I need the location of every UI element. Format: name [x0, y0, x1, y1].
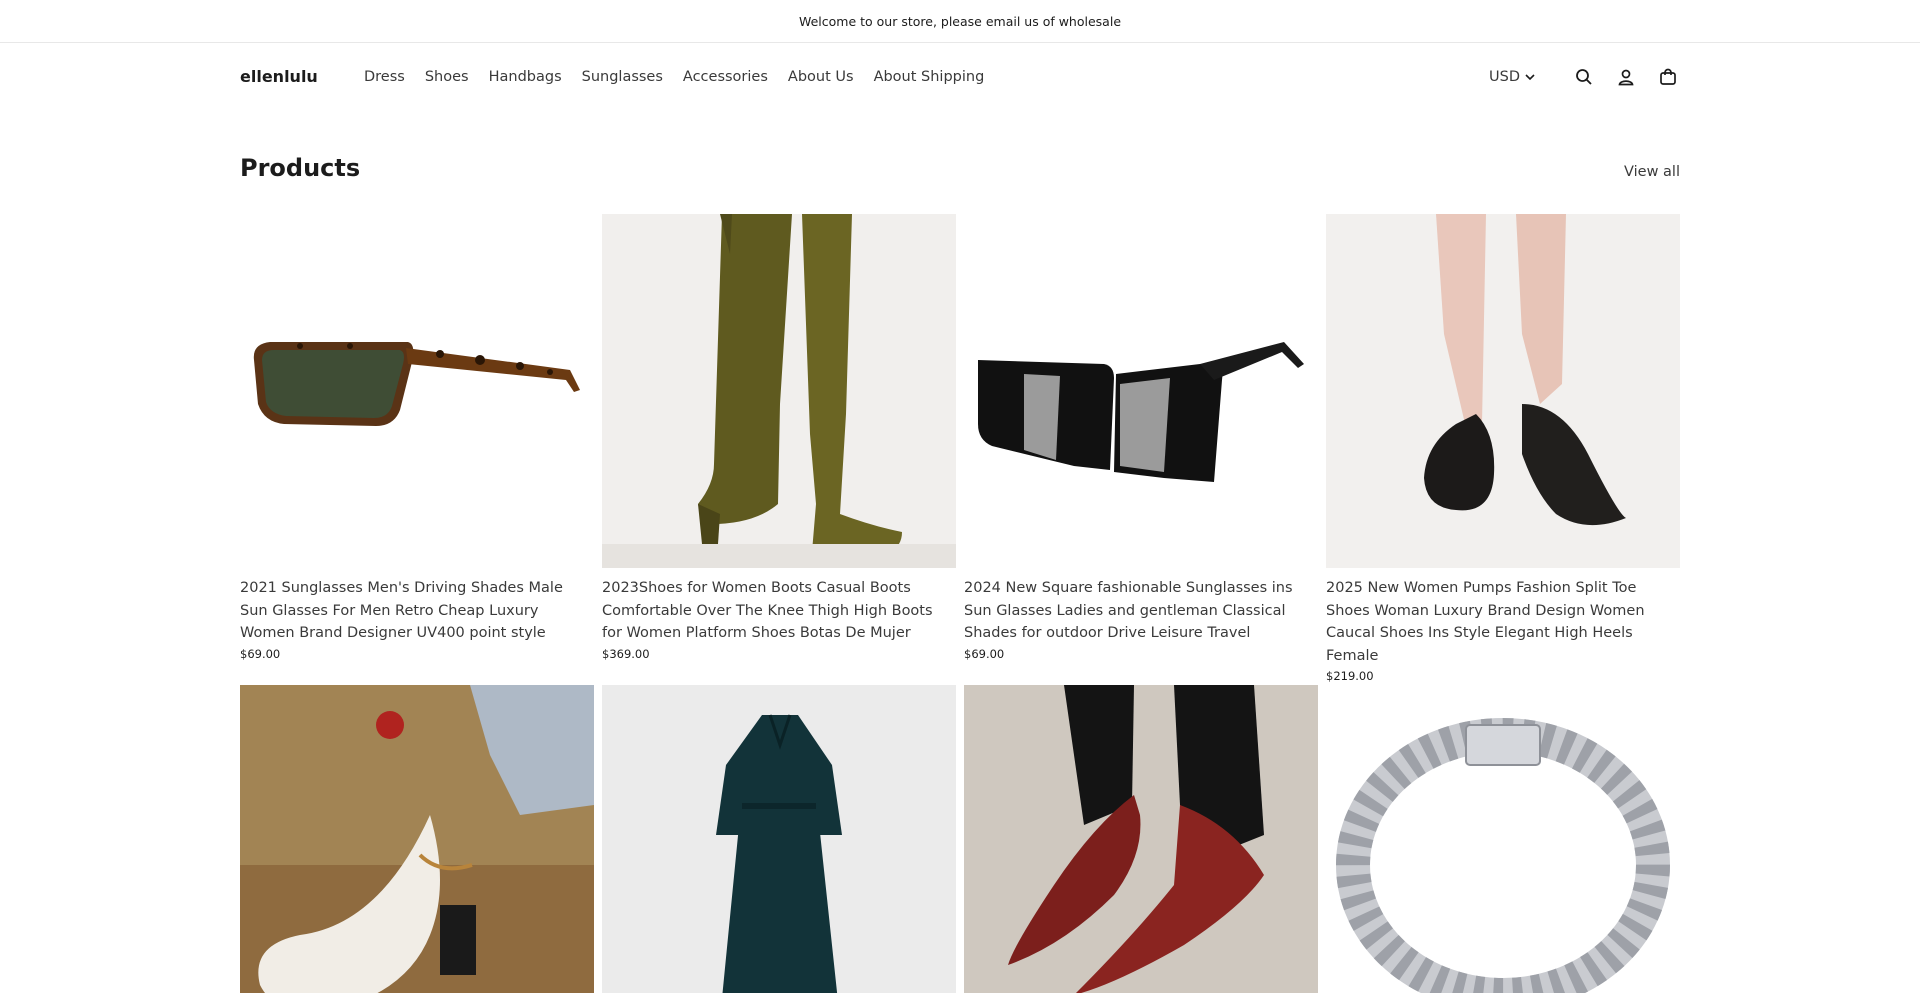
- announcement-text: Welcome to our store, please email us of…: [798, 13, 1122, 29]
- currency-label: USD: [1489, 68, 1520, 85]
- products-section-header: Products View all: [240, 154, 1680, 190]
- product-image[interactable]: [1326, 214, 1680, 568]
- nav-sunglasses[interactable]: Sunglasses: [582, 69, 663, 85]
- product-image[interactable]: [964, 685, 1318, 993]
- main-nav: Dress Shoes Handbags Sunglasses Accessor…: [364, 69, 1004, 85]
- site-header: ellenlulu Dress Shoes Handbags Sunglasse…: [240, 43, 1680, 110]
- account-button[interactable]: [1614, 65, 1638, 89]
- product-title[interactable]: 2021 Sunglasses Men's Driving Shades Mal…: [240, 577, 594, 645]
- product-card[interactable]: [1326, 685, 1680, 993]
- product-price: $69.00: [964, 646, 1005, 661]
- product-price: $219.00: [1326, 669, 1374, 683]
- product-image[interactable]: [240, 214, 594, 568]
- nav-accessories[interactable]: Accessories: [683, 69, 768, 85]
- chevron-down-icon: [1525, 73, 1535, 80]
- product-card[interactable]: [240, 685, 594, 993]
- product-image[interactable]: [602, 214, 956, 568]
- search-icon: [1576, 68, 1592, 85]
- nav-dress[interactable]: Dress: [364, 69, 405, 85]
- nav-handbags[interactable]: Handbags: [489, 69, 562, 85]
- product-card[interactable]: 2021 Sunglasses Men's Driving Shades Mal…: [240, 214, 594, 661]
- header-actions: USD: [1489, 43, 1680, 110]
- nav-shoes[interactable]: Shoes: [425, 69, 469, 85]
- cart-icon: [1660, 68, 1676, 85]
- section-title: Products: [240, 154, 361, 182]
- product-price: $69.00: [240, 646, 281, 661]
- product-card[interactable]: 2025 New Women Pumps Fashion Split Toe S…: [1326, 214, 1680, 683]
- product-title[interactable]: 2023Shoes for Women Boots Casual Boots C…: [602, 577, 956, 645]
- product-image[interactable]: [602, 685, 956, 993]
- product-card[interactable]: [602, 685, 956, 993]
- product-price: $369.00: [602, 646, 650, 661]
- product-title[interactable]: 2025 New Women Pumps Fashion Split Toe S…: [1326, 577, 1680, 667]
- product-image[interactable]: [240, 685, 594, 993]
- search-button[interactable]: [1572, 65, 1596, 89]
- nav-about-shipping[interactable]: About Shipping: [874, 69, 985, 85]
- nav-about-us[interactable]: About Us: [788, 69, 854, 85]
- product-image[interactable]: [964, 214, 1318, 568]
- product-image[interactable]: [1326, 685, 1680, 993]
- view-all-link[interactable]: View all: [1624, 164, 1680, 180]
- account-icon: [1618, 69, 1634, 85]
- cart-button[interactable]: [1656, 65, 1680, 89]
- announcement-bar: Welcome to our store, please email us of…: [0, 0, 1920, 43]
- currency-selector[interactable]: USD: [1489, 69, 1536, 85]
- store-logo[interactable]: ellenlulu: [240, 67, 364, 86]
- product-title[interactable]: 2024 New Square fashionable Sunglasses i…: [964, 577, 1318, 645]
- product-card[interactable]: [964, 685, 1318, 993]
- product-card[interactable]: 2024 New Square fashionable Sunglasses i…: [964, 214, 1318, 661]
- product-card[interactable]: 2023Shoes for Women Boots Casual Boots C…: [602, 214, 956, 661]
